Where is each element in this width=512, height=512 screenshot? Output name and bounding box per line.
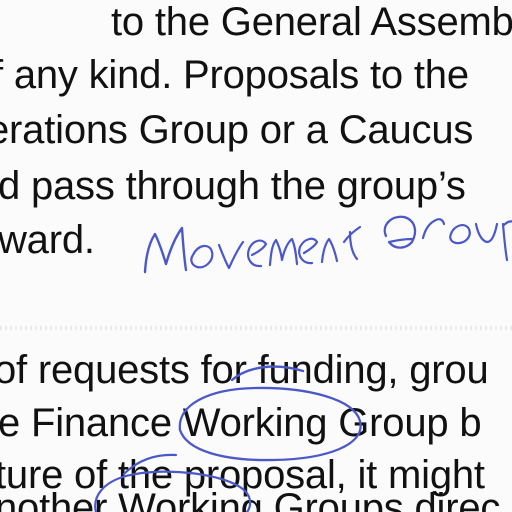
scan-divider [0,326,512,330]
annotation-stroke [421,218,446,240]
annotation-stroke [320,237,339,264]
annotation-stroke [383,215,417,249]
annotation-stroke [268,237,299,267]
scanned-document-page: to the General Assembly ca f any kind. P… [0,0,512,512]
document-text-line: e Finance Working Group b [0,401,482,445]
document-text-line: to the General Assembly ca [111,0,512,44]
annotation-stroke [298,237,319,265]
document-text-line: d pass through the group’s [0,164,466,208]
annotation-stroke [449,224,471,245]
annotation-stroke [190,244,214,269]
annotation-stroke [474,222,499,244]
annotation-stroke [348,230,359,261]
document-text-line: nother Working Groups direc [0,486,501,512]
document-text-line: of requests for funding, grou [0,348,489,392]
annotation-stroke [247,239,268,268]
annotation-stroke [143,226,188,274]
annotation-stroke [217,240,245,270]
annotation-stroke [342,225,362,244]
document-text-line: erations Group or a Caucus [0,108,474,152]
annotation-stroke [502,220,512,227]
annotation-stroke [501,222,509,262]
document-text-line: f any kind. Proposals to the [0,53,469,97]
document-text-line: ward. [0,218,95,262]
